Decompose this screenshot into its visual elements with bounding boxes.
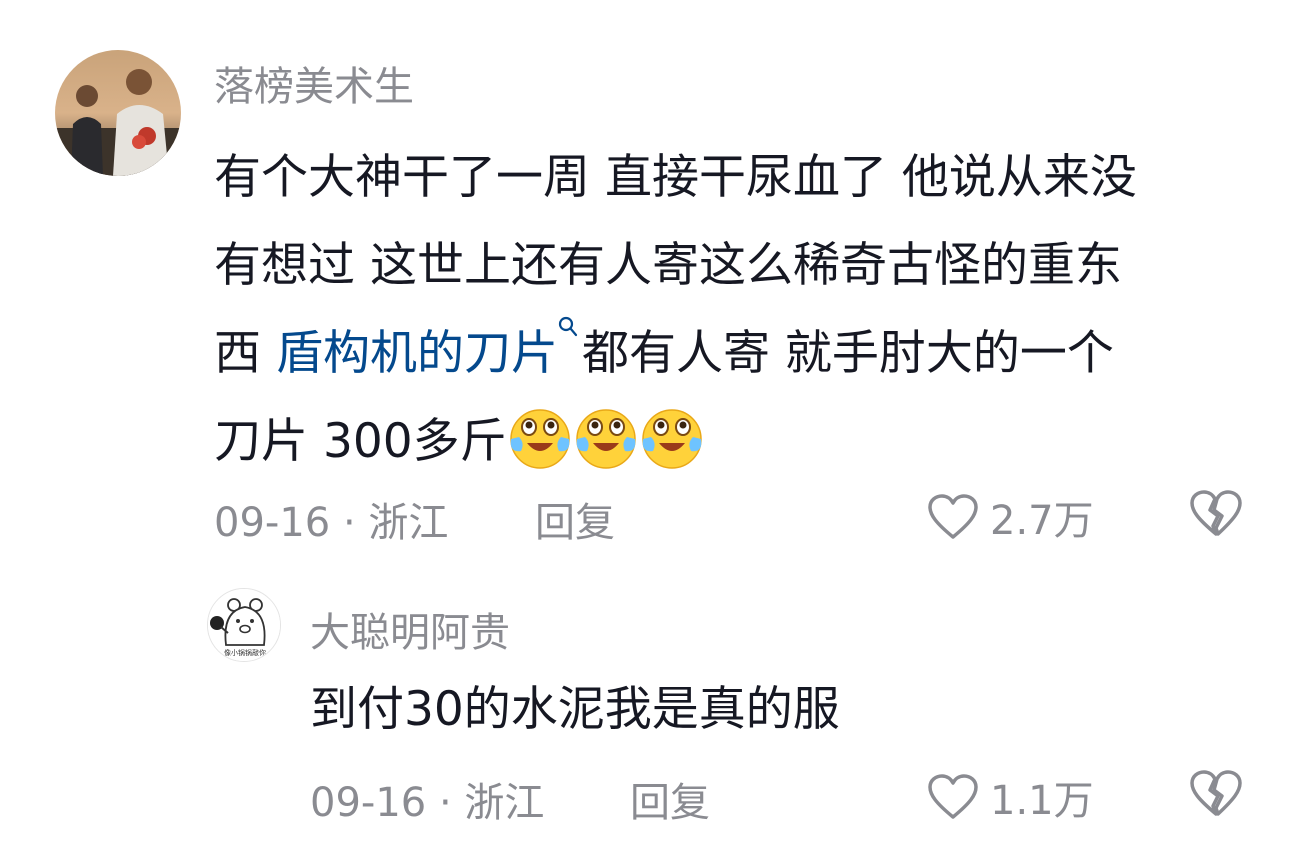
- comment-text-segment: 刀片 300多斤: [214, 414, 507, 469]
- comment-line: 刀片 300多斤: [214, 398, 1137, 486]
- comment-text-segment: 西: [214, 326, 276, 381]
- like-button[interactable]: 1.1万: [926, 768, 1094, 826]
- comment-meta: 09-16 · 浙江: [214, 490, 448, 548]
- svg-text:像小锅锅敲你: 像小锅锅敲你: [224, 648, 266, 657]
- broken-heart-icon: [1190, 770, 1242, 816]
- search-keyword-link[interactable]: 盾构机的刀片: [275, 316, 582, 381]
- heart-outline-icon: [928, 774, 978, 819]
- reply-button[interactable]: 回复: [535, 490, 615, 548]
- comment-meta: 09-16 · 浙江: [310, 770, 544, 828]
- reply-button[interactable]: 回复: [630, 770, 710, 828]
- meta-separator: ·: [342, 500, 356, 546]
- crying-laughing-emoji: [509, 408, 570, 469]
- comment-author[interactable]: 落榜美术生: [214, 54, 414, 112]
- comment-location: 浙江: [464, 780, 545, 826]
- meta-separator: ·: [438, 780, 452, 826]
- comment-line: 西 盾构机的刀片 都有人寄 就手肘大的一个: [214, 310, 1137, 398]
- crying-laughing-emoji: [641, 408, 702, 469]
- like-count: 1.1万: [990, 778, 1094, 824]
- search-icon: [558, 316, 578, 337]
- comment-text-segment: 都有人寄 就手肘大的一个: [581, 326, 1114, 381]
- comment-author[interactable]: 大聪明阿贵: [310, 600, 510, 658]
- comment-body: 到付30的水泥我是真的服: [310, 682, 840, 737]
- comment-date: 09-16: [214, 500, 331, 546]
- comment-location: 浙江: [368, 500, 449, 546]
- comment-date: 09-16: [310, 780, 427, 826]
- dislike-button[interactable]: [1188, 768, 1244, 822]
- dislike-button[interactable]: [1188, 488, 1244, 542]
- broken-heart-icon: [1190, 490, 1242, 536]
- avatar[interactable]: 像小锅锅敲你: [207, 588, 281, 662]
- like-button[interactable]: 2.7万: [926, 488, 1094, 546]
- comment-body: 有个大神干了一周 直接干尿血了 他说从来没 有想过 这世上还有人寄这么稀奇古怪的…: [214, 134, 1137, 486]
- avatar[interactable]: [55, 50, 181, 176]
- like-count: 2.7万: [990, 498, 1094, 544]
- comment-line: 有想过 这世上还有人寄这么稀奇古怪的重东: [214, 238, 1122, 293]
- search-keyword-label: 盾构机的刀片: [275, 326, 558, 381]
- crying-laughing-emoji: [575, 408, 636, 469]
- heart-outline-icon: [928, 494, 978, 539]
- comment-line: 有个大神干了一周 直接干尿血了 他说从来没: [214, 150, 1137, 205]
